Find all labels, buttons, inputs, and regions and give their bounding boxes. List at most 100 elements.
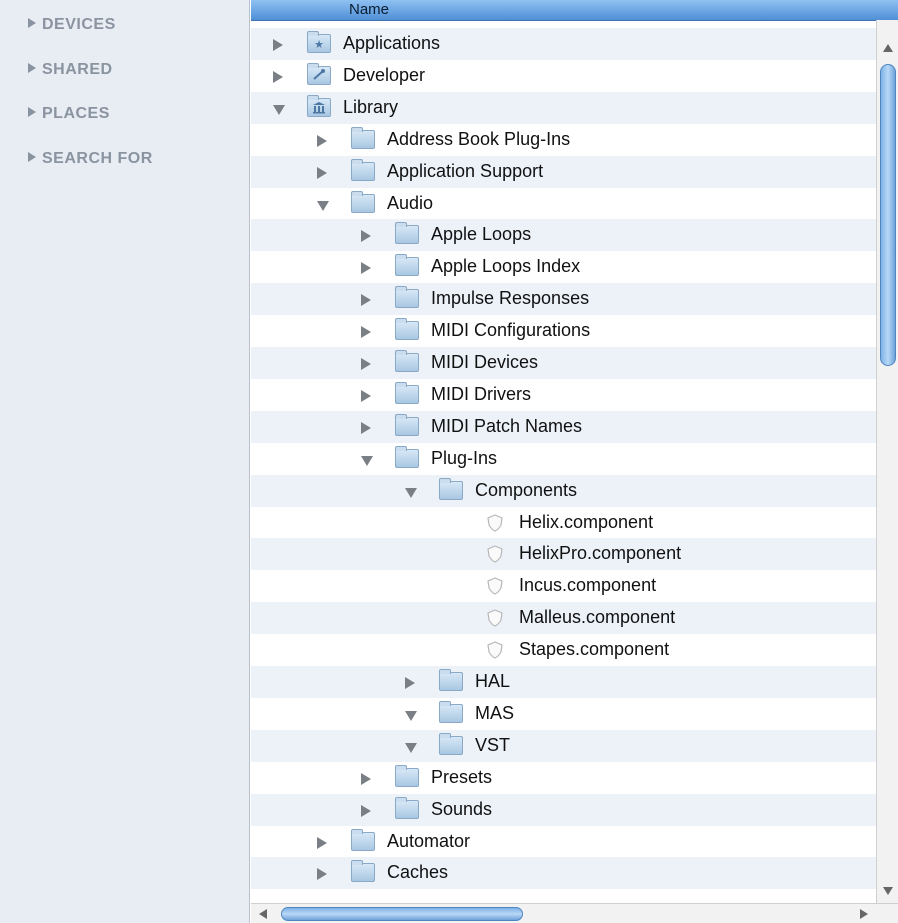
item-name: HelixPro.component [519,543,682,564]
disclosure-closed-icon[interactable] [317,166,327,179]
item-name: Address Book Plug-Ins [387,128,571,149]
vertical-scrollbar[interactable] [876,20,898,903]
list-item[interactable]: Impulse Responses [251,283,876,316]
horizontal-scroll-thumb[interactable] [281,907,523,921]
list-item[interactable]: MIDI Configurations [251,315,876,347]
item-name: Audio [387,192,434,213]
disclosure-triangle-icon [28,152,36,162]
item-name: Components [475,479,578,500]
disclosure-closed-icon[interactable] [361,804,371,817]
list-item[interactable]: MIDI Drivers [251,379,876,411]
disclosure-closed-icon[interactable] [361,326,371,339]
item-name: Presets [431,766,493,787]
list-item[interactable]: MAS [251,698,876,730]
list-item[interactable]: HelixPro.component [251,538,876,571]
disclosure-open-icon[interactable] [405,710,417,721]
disclosure-open-icon[interactable] [361,455,373,466]
item-name: Application Support [387,160,544,181]
name-column-header[interactable]: Name [251,0,898,21]
disclosure-closed-icon[interactable] [361,230,371,243]
component-icon [485,544,505,564]
disclosure-open-icon[interactable] [405,487,417,498]
folder-icon [395,254,419,277]
sidebar-section-label: SHARED [42,61,113,78]
scroll-left-arrow-icon[interactable] [259,909,267,919]
item-name: Library [343,96,399,117]
item-name: Malleus.component [519,607,676,628]
list-item[interactable]: ★ Applications [251,28,876,60]
list-item[interactable]: HAL [251,666,876,698]
folder-icon [395,381,419,404]
disclosure-closed-icon[interactable] [361,772,371,785]
folder-icon [395,445,419,468]
scroll-right-arrow-icon[interactable] [860,909,868,919]
item-name: Caches [387,862,449,883]
disclosure-triangle-icon [28,107,36,117]
item-name: MIDI Drivers [431,383,531,404]
list-item[interactable]: Address Book Plug-Ins [251,124,876,156]
folder-icon [395,286,419,309]
item-name: Plug-Ins [431,447,498,468]
scroll-up-arrow-icon[interactable] [883,44,893,52]
item-name: Helix.component [519,511,654,532]
scroll-down-arrow-icon[interactable] [883,887,893,895]
list-item[interactable]: MIDI Devices [251,347,876,379]
list-item[interactable]: Components [251,474,876,507]
vertical-scroll-thumb[interactable] [880,64,896,366]
disclosure-closed-icon[interactable] [361,421,371,434]
sidebar-section-search-for[interactable]: SEARCH FOR [28,150,153,168]
disclosure-closed-icon[interactable] [361,294,371,307]
item-name: Apple Loops [431,224,532,245]
folder-icon [395,350,419,372]
list-item[interactable]: Stapes.component [251,634,876,666]
disclosure-closed-icon[interactable] [317,134,327,147]
list-item[interactable]: VST [251,729,876,762]
item-name: MIDI Configurations [431,320,591,341]
component-icon [485,640,505,660]
disclosure-open-icon[interactable] [273,104,285,115]
sidebar-section-label: DEVICES [42,16,116,33]
list-item[interactable]: Plug-Ins [251,443,876,475]
item-name: Applications [343,33,441,53]
disclosure-closed-icon[interactable] [361,389,371,402]
list-item[interactable]: Library [251,91,876,124]
sidebar-section-devices[interactable]: DEVICES [28,16,116,34]
list-item[interactable]: Caches [251,857,876,890]
component-icon [485,576,505,596]
list-item[interactable]: Presets [251,762,876,794]
item-name: Stapes.component [519,639,670,660]
list-item[interactable]: Application Support [251,155,876,188]
disclosure-closed-icon[interactable] [317,836,327,849]
horizontal-scrollbar[interactable] [251,903,898,923]
disclosure-closed-icon[interactable] [405,677,415,689]
folder-icon [351,190,375,213]
list-item[interactable]: Apple Loops [251,219,876,252]
developer-folder-icon [307,62,331,85]
sidebar-section-shared[interactable]: SHARED [28,61,113,79]
list-item[interactable]: Automator [251,826,876,858]
folder-icon [439,669,463,691]
sidebar-section-label: SEARCH FOR [42,150,153,167]
disclosure-closed-icon[interactable] [361,262,371,275]
disclosure-open-icon[interactable] [405,742,417,753]
folder-icon [395,222,419,245]
list-item[interactable]: Incus.component [251,570,876,602]
disclosure-closed-icon[interactable] [361,358,371,370]
disclosure-closed-icon[interactable] [273,39,283,51]
folder-icon [351,860,375,883]
disclosure-closed-icon[interactable] [317,868,327,881]
list-item[interactable]: Malleus.component [251,602,876,635]
list-item[interactable]: Apple Loops Index [251,251,876,283]
list-item[interactable]: MIDI Patch Names [251,410,876,443]
list-item[interactable]: Helix.component [251,507,876,539]
list-item[interactable]: Audio [251,188,876,220]
folder-icon [395,318,419,341]
list-item[interactable]: Sounds [251,793,876,826]
item-name: Sounds [431,798,493,819]
applications-folder-icon: ★ [307,31,331,53]
list-item[interactable]: Developer [251,60,876,92]
disclosure-closed-icon[interactable] [273,70,283,83]
component-icon [485,608,505,628]
disclosure-open-icon[interactable] [317,200,329,211]
sidebar-section-places[interactable]: PLACES [28,105,110,123]
